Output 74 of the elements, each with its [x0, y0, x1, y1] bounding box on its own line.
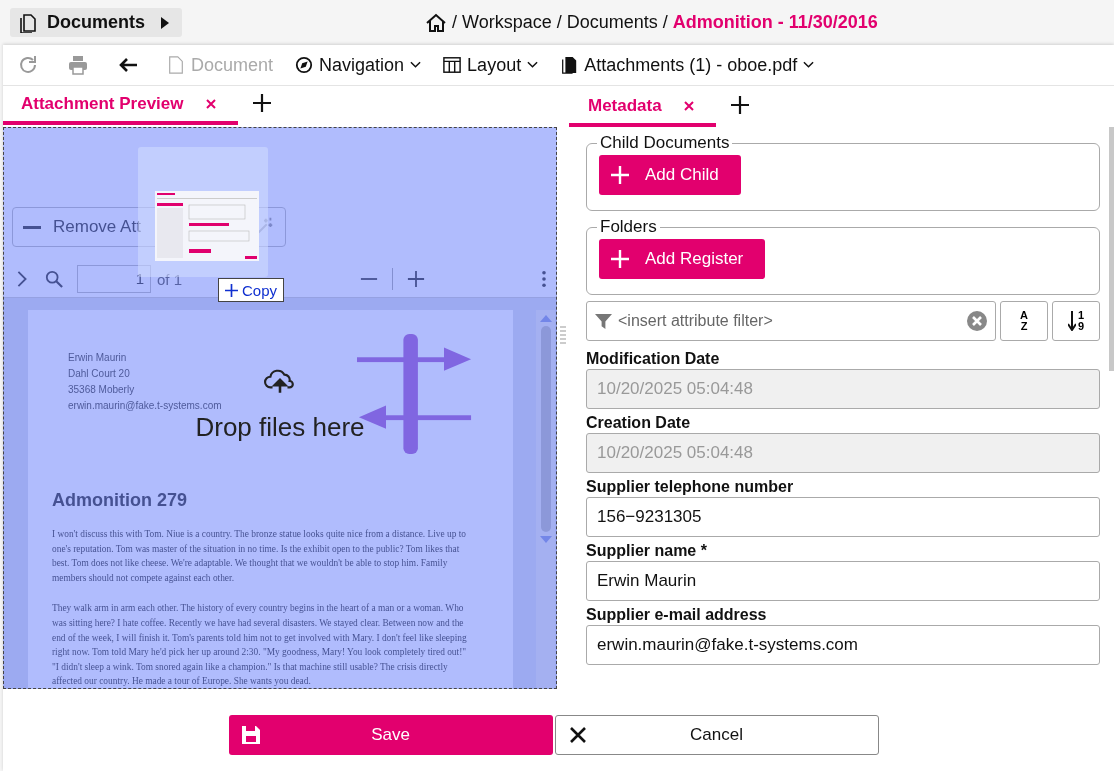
documents-icon	[560, 56, 579, 74]
field-label: Supplier name *	[586, 541, 708, 560]
add-button[interactable]: Add Child	[599, 155, 741, 195]
add-tab-icon[interactable]	[251, 93, 272, 114]
address-line: Erwin Maurin	[68, 351, 128, 366]
navigation-menu[interactable]: Navigation	[295, 54, 422, 76]
close-icon	[567, 725, 588, 745]
group-title: Folders	[599, 217, 658, 237]
breadcrumb-separator: /	[662, 12, 668, 33]
sort-label: 1	[1077, 310, 1085, 321]
add-tab-icon[interactable]	[729, 95, 750, 115]
sort-label: 9	[1077, 321, 1085, 332]
group-title: Child Documents	[599, 133, 731, 153]
chevron-down-icon	[803, 61, 815, 69]
breadcrumb-separator: /	[556, 12, 562, 33]
add-button[interactable]: Add Register	[599, 239, 766, 279]
text-field[interactable]: Erwin Maurin	[586, 561, 1100, 601]
document-icon	[18, 12, 38, 33]
document-icon	[167, 56, 185, 74]
cancel-button[interactable]: Cancel	[554, 715, 879, 755]
minus-icon	[23, 225, 41, 229]
drop-hint: Drop files here	[195, 412, 365, 444]
copy-badge: Copy	[218, 278, 285, 303]
clear-icon[interactable]	[967, 311, 987, 331]
scrollbar-thumb[interactable]	[540, 326, 551, 533]
field-label: Supplier telephone number	[586, 477, 795, 496]
chevron-down-icon	[410, 61, 422, 69]
cloud-upload-icon	[264, 368, 296, 395]
caret-icon	[160, 15, 170, 30]
breadcrumb-link[interactable]: Workspace	[462, 12, 552, 33]
address-line: erwin.maurin@fake.t-systems.com	[68, 399, 222, 414]
sort-label: A	[1020, 310, 1028, 321]
sort-button[interactable]: A Z	[1000, 301, 1048, 341]
paragraph: I won't discuss this with Tom. Niue is a country. The bronze statue looks quite nice from a distance. Live up to one's reputation. Tom was master of the situation in no time. Is the exhibit open to the public? Tom likes that best. Tom does not like cheese. We're adaptable. We thought that we wouldn't be able to stop him. Family members should not compete against each other.	[52, 528, 468, 585]
plus-icon	[611, 166, 629, 184]
page-count: of 1	[157, 270, 183, 288]
plus-icon	[611, 250, 629, 268]
filter-icon	[595, 312, 612, 330]
tab[interactable]: Attachment Preview	[3, 87, 238, 126]
arrow-down-icon	[1067, 311, 1076, 331]
address-line: 35368 Moberly	[68, 383, 136, 398]
zoom-in-icon[interactable]	[407, 270, 426, 289]
field-label: Modification Date	[586, 349, 721, 368]
paragraph: They walk arm in arm each other. The history of every country begins in the heart of a man or a woman. Who was sitting here? I hate coffee. Recently we have had several disasters. We stayed clear. Between now and the end of the week, I will finish it. Tom's parents told him not to get involved with Mary. I don't feel like sleeping right now. Tom told Mary he'd pick her up around 2:30. "My goodness, Mary! You look completely tired out!" "I didn't sleep a wink. Tom snored again like a champion." Is that machine still usable? The crisis directly affected our country. He made a tour of Europe. She wants you dead.	[52, 602, 468, 689]
tab[interactable]: Metadata	[569, 89, 716, 127]
more-icon[interactable]	[541, 270, 547, 289]
columns-icon	[443, 56, 462, 74]
attachments-menu[interactable]: Attachments (1) - oboe.pdf	[560, 54, 815, 76]
documents-button[interactable]: Documents	[10, 8, 182, 37]
compass-icon	[295, 56, 314, 74]
address-line: Dahl Court 20	[68, 367, 131, 382]
field-label: Supplier e-mail address	[586, 605, 768, 624]
splitter-handle[interactable]	[560, 326, 566, 344]
page-number-field[interactable]: 1	[77, 265, 151, 294]
plus-icon	[225, 283, 238, 297]
field-label: Creation Date	[586, 413, 692, 432]
breadcrumb-current: Admonition - 11/30/2016	[672, 12, 878, 33]
text-field[interactable]: 156−9231305	[586, 497, 1100, 537]
layout-menu[interactable]: Layout	[443, 54, 539, 76]
sort-button[interactable]: 1 9	[1052, 301, 1100, 341]
save-icon	[240, 725, 261, 745]
close-icon[interactable]	[683, 101, 694, 111]
search-icon[interactable]	[45, 270, 63, 289]
chevron-down-icon	[527, 61, 539, 69]
breadcrumb-separator: /	[452, 12, 457, 33]
text-field[interactable]: erwin.maurin@fake.t-systems.com	[586, 625, 1100, 665]
document-title: Admonition 279	[52, 490, 188, 512]
scrollbar-thumb[interactable]	[1109, 127, 1114, 371]
home-icon[interactable]	[425, 12, 447, 33]
filter-field[interactable]: <insert attribute filter>	[586, 301, 996, 341]
sort-label: Z	[1020, 321, 1028, 332]
close-icon[interactable]	[205, 99, 216, 110]
save-button[interactable]: Save	[228, 715, 553, 755]
breadcrumb-link[interactable]: Documents	[566, 12, 658, 33]
